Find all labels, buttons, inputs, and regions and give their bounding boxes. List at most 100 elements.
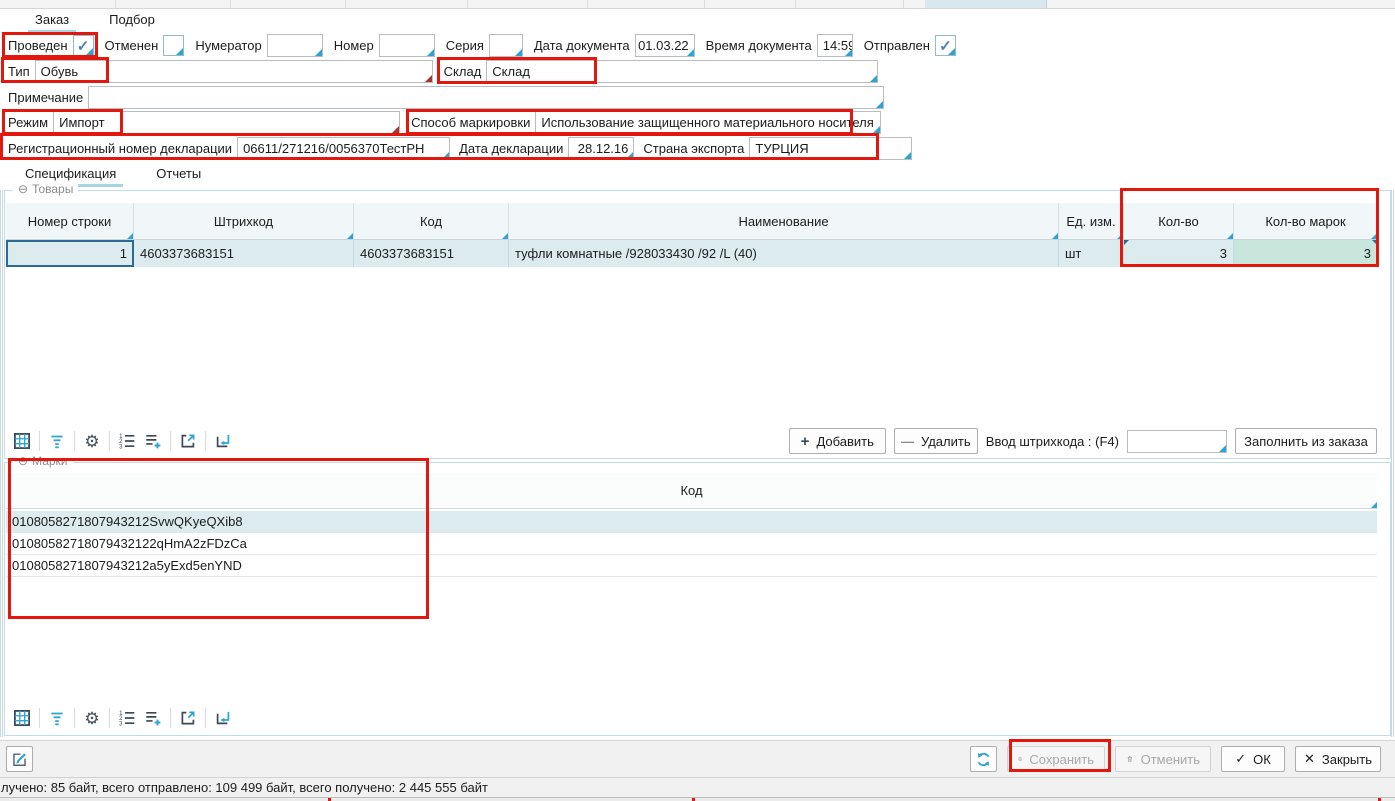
- mark-row[interactable]: 01080582718079432122qHmA2zFDzCa: [6, 533, 1377, 555]
- col-line-number[interactable]: Номер строки: [6, 203, 134, 240]
- reg-number-input[interactable]: 06611/271216/0056370ТестРН: [237, 137, 450, 160]
- otpravlen-label: Отправлен: [861, 38, 935, 53]
- header-row-1: Проведен ✓ Отменен Нумератор Номер Серия…: [5, 33, 956, 58]
- doc-date-label: Дата документа: [531, 38, 635, 53]
- header-row-5: Регистрационный номер декларации 06611/2…: [5, 136, 912, 161]
- gear-icon[interactable]: ⚙: [79, 705, 105, 731]
- collapse-icon[interactable]: ⊖: [18, 182, 28, 196]
- rezhim-label: Режим: [5, 115, 53, 130]
- nomer-label: Номер: [331, 38, 379, 53]
- fill-from-order-button[interactable]: Заполнить из заказа: [1235, 428, 1377, 454]
- seriya-label: Серия: [443, 38, 489, 53]
- sklad-label: Склад: [441, 64, 487, 79]
- sposob-input[interactable]: Использование защищенного материального …: [535, 111, 881, 134]
- col-unit[interactable]: Ед. изм.: [1059, 203, 1124, 240]
- filter-icon[interactable]: [44, 705, 70, 731]
- window-left-frame: [0, 190, 3, 737]
- mark-row[interactable]: 0108058271807943212a5yExd5enYND: [6, 555, 1377, 577]
- primechanie-label: Примечание: [5, 90, 88, 105]
- marks-group: ⊖ Марки Код 0108058271807943212SvwQKyeQX…: [4, 462, 1391, 736]
- main-tabbar: Заказ Подбор: [28, 9, 188, 33]
- seriya-input[interactable]: [489, 34, 523, 57]
- checkbox-check-icon: ✓: [939, 37, 952, 55]
- grid-settings-icon[interactable]: [9, 705, 35, 731]
- tab-zakaz[interactable]: Заказ: [28, 9, 76, 33]
- primechanie-input[interactable]: [88, 86, 884, 109]
- filter-icon[interactable]: [44, 428, 70, 454]
- proveden-checkbox[interactable]: ✓: [73, 35, 94, 56]
- marks-header-row[interactable]: Код: [6, 473, 1377, 509]
- cancel-button[interactable]: Отменить: [1115, 746, 1211, 772]
- cell-code[interactable]: 4603373683151: [354, 240, 509, 267]
- gear-icon[interactable]: ⚙: [79, 428, 105, 454]
- parent-tabs-strip: [0, 0, 1395, 9]
- marks-toolbar: ⚙: [9, 704, 236, 732]
- products-group-label: ⊖ Товары: [13, 182, 78, 196]
- numerator-input[interactable]: [267, 34, 323, 57]
- cell-marks-quantity[interactable]: 3: [1234, 240, 1378, 267]
- col-marks-quantity[interactable]: Кол-во марок: [1234, 203, 1378, 240]
- close-button[interactable]: ✕ Закрыть: [1295, 746, 1381, 772]
- check-icon: ✓: [1235, 751, 1246, 767]
- refresh-button[interactable]: [970, 746, 997, 772]
- product-table-row[interactable]: 1 4603373683151 4603373683151 туфли комн…: [6, 240, 1378, 267]
- otmenen-checkbox[interactable]: [163, 35, 184, 56]
- delete-button[interactable]: — Удалить: [894, 428, 978, 454]
- status-text: лучено: 85 байт, всего отправлено: 109 4…: [1, 780, 488, 795]
- products-toolbar: ⚙: [9, 427, 236, 455]
- tab-otchety[interactable]: Отчеты: [149, 163, 208, 187]
- bottom-window-strip: [0, 797, 1395, 801]
- numbered-list-icon[interactable]: [114, 705, 140, 731]
- list-add-icon[interactable]: [140, 428, 166, 454]
- cell-line-number[interactable]: 1: [6, 240, 134, 267]
- cell-name[interactable]: туфли комнатные /928033430 /92 /L (40): [509, 240, 1059, 267]
- sklad-input[interactable]: Склад: [486, 60, 878, 83]
- cell-quantity[interactable]: 3: [1124, 240, 1234, 267]
- products-header-row: Номер строки Штрихкод Код Наименование Е…: [6, 203, 1378, 240]
- barcode-entry-input[interactable]: [1127, 430, 1227, 453]
- cell-unit[interactable]: шт: [1059, 240, 1124, 267]
- open-external-icon[interactable]: [175, 705, 201, 731]
- grid-settings-icon[interactable]: [9, 428, 35, 454]
- doc-date-input[interactable]: 01.03.22: [635, 34, 695, 57]
- numbered-list-icon[interactable]: [114, 428, 140, 454]
- export-country-input[interactable]: ТУРЦИЯ: [749, 137, 912, 160]
- save-icon: [1018, 751, 1022, 767]
- cell-barcode[interactable]: 4603373683151: [134, 240, 354, 267]
- mark-row[interactable]: 0108058271807943212SvwQKyeQXib8: [6, 511, 1377, 533]
- rezhim-input[interactable]: Импорт: [53, 111, 400, 134]
- sposob-label: Способ маркировки: [408, 115, 535, 130]
- ok-button[interactable]: ✓ ОК: [1221, 746, 1285, 772]
- tip-label: Тип: [5, 64, 35, 79]
- minus-icon: —: [901, 434, 914, 449]
- export-country-label: Страна экспорта: [640, 141, 749, 156]
- doc-time-label: Время документа: [703, 38, 817, 53]
- reload-icon[interactable]: [210, 705, 236, 731]
- numerator-label: Нумератор: [192, 38, 266, 53]
- tab-podbor[interactable]: Подбор: [102, 9, 162, 33]
- save-button[interactable]: Сохранить: [1007, 746, 1105, 772]
- marks-col-code: Код: [680, 483, 702, 498]
- col-quantity[interactable]: Кол-во: [1124, 203, 1234, 240]
- reload-icon[interactable]: [210, 428, 236, 454]
- reg-number-label: Регистрационный номер декларации: [5, 141, 237, 156]
- tip-input[interactable]: Обувь: [35, 60, 433, 83]
- edit-button[interactable]: [6, 746, 33, 772]
- otpravlen-checkbox[interactable]: ✓: [935, 35, 956, 56]
- collapse-icon[interactable]: ⊖: [18, 454, 28, 468]
- nomer-input[interactable]: [379, 34, 435, 57]
- col-code[interactable]: Код: [354, 203, 509, 240]
- open-external-icon[interactable]: [175, 428, 201, 454]
- application-window: Заказ Подбор Проведен ✓ Отменен Нумерато…: [0, 0, 1395, 801]
- doc-time-input[interactable]: 14:59: [817, 34, 853, 57]
- list-add-icon[interactable]: [140, 705, 166, 731]
- trash-icon: [1126, 751, 1134, 767]
- decl-date-label: Дата декларации: [456, 141, 568, 156]
- col-name[interactable]: Наименование: [509, 203, 1059, 240]
- products-actions: + Добавить — Удалить Ввод штрихкода : (F…: [789, 428, 1377, 454]
- decl-date-input[interactable]: 28.12.16: [568, 137, 634, 160]
- otmenen-label: Отменен: [102, 38, 164, 53]
- col-barcode[interactable]: Штрихкод: [134, 203, 354, 240]
- add-button[interactable]: + Добавить: [789, 428, 886, 454]
- barcode-entry-label: Ввод штрихкода : (F4): [986, 434, 1119, 449]
